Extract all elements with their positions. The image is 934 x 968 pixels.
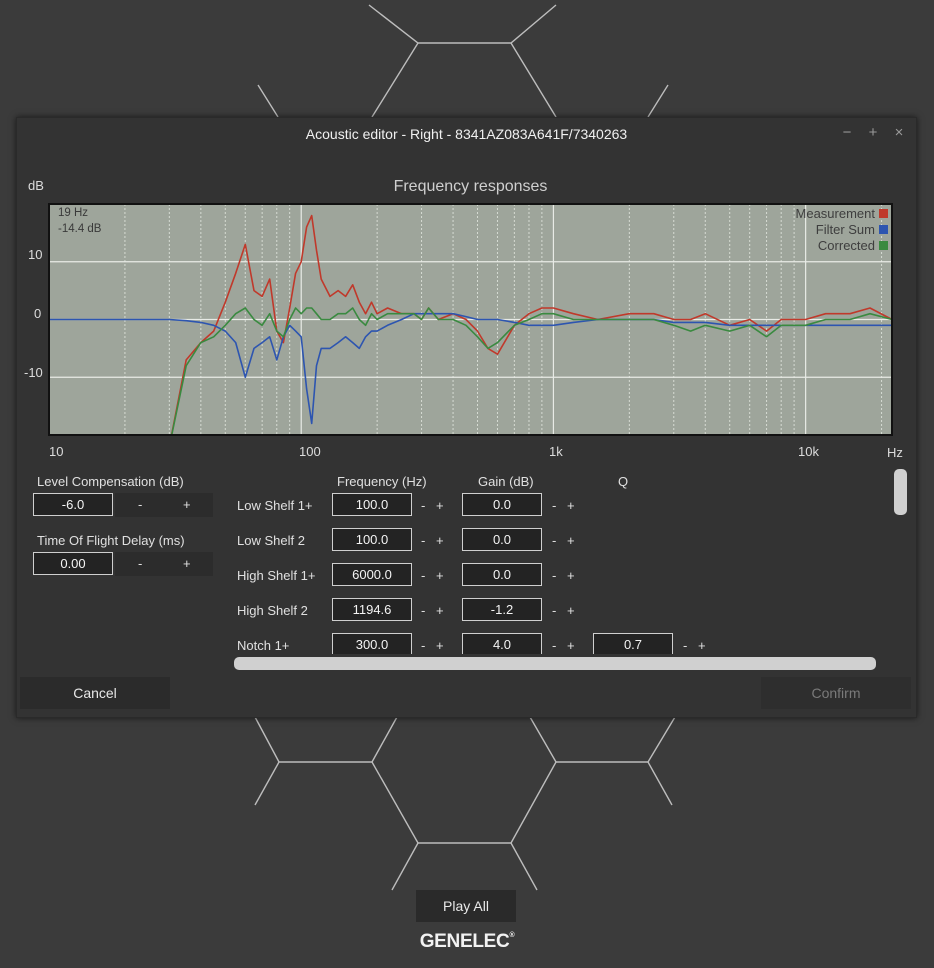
legend-measurement: Measurement: [796, 206, 888, 221]
gain-increment[interactable]: +: [567, 568, 575, 583]
gain-increment[interactable]: +: [567, 533, 575, 548]
time-of-flight-stepper: - +: [115, 552, 213, 576]
legend-swatch: [879, 241, 888, 250]
gain-decrement[interactable]: -: [552, 533, 556, 548]
legend-label: Measurement: [795, 206, 875, 221]
level-compensation-decrement[interactable]: -: [138, 497, 142, 512]
frequency-column-header: Frequency (Hz): [337, 474, 427, 489]
frequency-increment[interactable]: +: [436, 638, 444, 653]
vertical-scrollbar-thumb[interactable]: [894, 469, 907, 515]
frequency-decrement[interactable]: -: [421, 568, 425, 583]
filter-row-clip: Notch 1+ 300.0 - + 4.0 - + 0.7 - +: [217, 618, 887, 654]
frequency-increment[interactable]: +: [436, 533, 444, 548]
filter-frequency-field[interactable]: 100.0: [332, 528, 412, 551]
gain-increment[interactable]: +: [567, 498, 575, 513]
gain-increment[interactable]: +: [567, 603, 575, 618]
y-tick-label: 10: [28, 247, 43, 262]
frequency-increment[interactable]: +: [436, 568, 444, 583]
x-tick-label: 1k: [549, 444, 563, 459]
gain-decrement[interactable]: -: [552, 498, 556, 513]
x-tick-label: 10k: [798, 444, 819, 459]
legend-label: Filter Sum: [815, 222, 875, 237]
filter-frequency-field[interactable]: 300.0: [332, 633, 412, 654]
legend-label: Corrected: [817, 238, 875, 253]
filter-name: Notch 1+: [237, 638, 290, 653]
chart-title: Frequency responses: [393, 178, 548, 195]
time-of-flight-increment[interactable]: +: [183, 556, 191, 571]
filter-gain-field[interactable]: 4.0: [462, 633, 542, 654]
window-title: Acoustic editor - Right - 8341AZ083A641F…: [305, 126, 628, 142]
cursor-level-readout: -14.4 dB: [58, 223, 102, 235]
gain-decrement[interactable]: -: [552, 603, 556, 618]
frequency-response-plot[interactable]: [48, 203, 893, 436]
filter-frequency-field[interactable]: 6000.0: [332, 563, 412, 586]
cursor-frequency-readout: 19 Hz: [58, 207, 89, 219]
frequency-decrement[interactable]: -: [421, 638, 425, 653]
filter-gain-field[interactable]: 0.0: [462, 493, 542, 516]
registered-mark: ®: [509, 932, 515, 939]
q-decrement[interactable]: -: [683, 638, 687, 653]
legend-corrected: Corrected: [818, 238, 888, 253]
genelec-logo: GENELEC®: [417, 931, 517, 953]
gain-decrement[interactable]: -: [552, 638, 556, 653]
filter-gain-field[interactable]: 0.0: [462, 528, 542, 551]
frequency-increment[interactable]: +: [436, 498, 444, 513]
y-tick-label: -10: [24, 365, 43, 380]
minimize-icon[interactable]: −: [839, 124, 855, 141]
level-compensation-field[interactable]: -6.0: [33, 493, 113, 516]
time-of-flight-decrement[interactable]: -: [138, 556, 142, 571]
legend-swatch: [879, 225, 888, 234]
frequency-decrement[interactable]: -: [421, 603, 425, 618]
level-compensation-stepper: - +: [115, 493, 213, 517]
y-tick-label: 0: [34, 306, 42, 321]
frequency-decrement[interactable]: -: [421, 533, 425, 548]
time-of-flight-label: Time Of Flight Delay (ms): [37, 533, 185, 548]
title-bar[interactable]: Acoustic editor - Right - 8341AZ083A641F…: [17, 118, 916, 150]
filter-q-field[interactable]: 0.7: [593, 633, 673, 654]
frequency-increment[interactable]: +: [436, 603, 444, 618]
filter-name: Low Shelf 2: [237, 533, 305, 548]
confirm-button[interactable]: Confirm: [761, 677, 911, 709]
level-compensation-label: Level Compensation (dB): [37, 474, 184, 489]
frequency-decrement[interactable]: -: [421, 498, 425, 513]
horizontal-scrollbar-thumb[interactable]: [234, 657, 876, 670]
close-icon[interactable]: ×: [891, 124, 907, 141]
filter-gain-field[interactable]: 0.0: [462, 563, 542, 586]
x-tick-label: 10: [49, 444, 64, 459]
x-tick-label: 100: [299, 444, 321, 459]
brand-name: GENELEC: [419, 931, 510, 952]
gain-increment[interactable]: +: [567, 638, 575, 653]
maximize-icon[interactable]: +: [865, 124, 881, 141]
q-increment[interactable]: +: [698, 638, 706, 653]
play-all-button[interactable]: Play All: [416, 890, 516, 922]
legend-swatch: [879, 209, 888, 218]
q-column-header: Q: [618, 474, 629, 489]
cancel-button[interactable]: Cancel: [20, 677, 170, 709]
filter-name: High Shelf 1+: [237, 568, 316, 583]
gain-decrement[interactable]: -: [552, 568, 556, 583]
filter-name: Low Shelf 1+: [237, 498, 313, 513]
gain-column-header: Gain (dB): [478, 474, 534, 489]
x-axis-unit-label: Hz: [887, 445, 903, 460]
legend-filter-sum: Filter Sum: [816, 222, 888, 237]
filter-name: High Shelf 2: [237, 603, 308, 618]
time-of-flight-field[interactable]: 0.00: [33, 552, 113, 575]
filter-frequency-field[interactable]: 100.0: [332, 493, 412, 516]
level-compensation-increment[interactable]: +: [183, 497, 191, 512]
acoustic-editor-dialog: Acoustic editor - Right - 8341AZ083A641F…: [16, 117, 917, 718]
